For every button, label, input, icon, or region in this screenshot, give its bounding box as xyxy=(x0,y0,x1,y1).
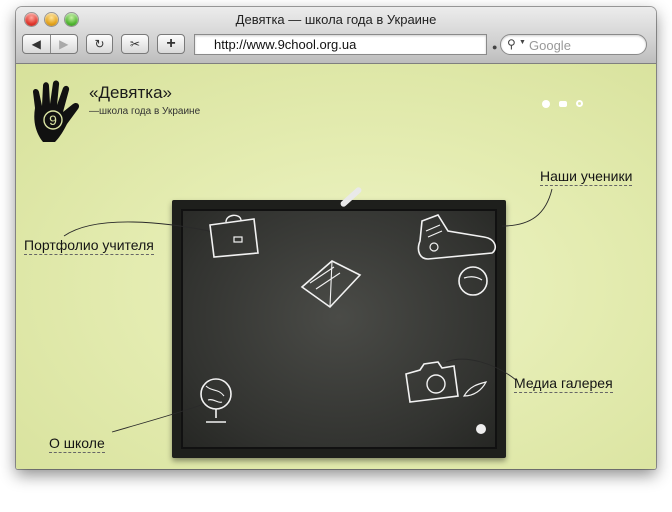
reload-button[interactable]: ↻ xyxy=(86,34,113,54)
plus-icon: + xyxy=(166,35,176,52)
sneaker-doodle-icon[interactable] xyxy=(414,211,500,263)
sound-toggle-icon[interactable] xyxy=(476,424,486,434)
forward-arrow-icon: ▶ xyxy=(59,37,69,51)
web-page: 9 «Девятка» —школа года в Украине Наши у… xyxy=(16,64,656,469)
add-bookmark-button[interactable]: + xyxy=(157,34,185,54)
search-field[interactable]: ⚲ ▼ Google xyxy=(500,34,647,55)
url-text: http://www.9chool.org.ua xyxy=(214,37,357,52)
magnifier-icon: ⚲ xyxy=(507,37,516,51)
ball-doodle-icon[interactable] xyxy=(456,264,490,298)
nav-link-about-school[interactable]: О школе xyxy=(49,435,105,453)
feather-doodle-icon xyxy=(462,381,488,397)
globe-doodle-icon[interactable] xyxy=(194,374,238,426)
nav-link-teacher-portfolio[interactable]: Портфолио учителя xyxy=(24,237,154,255)
back-forward-group: ◀ ▶ xyxy=(22,34,78,54)
nav-link-students[interactable]: Наши ученики xyxy=(540,168,633,186)
reload-icon: ↻ xyxy=(94,37,105,51)
back-arrow-icon: ◀ xyxy=(31,37,41,51)
back-button[interactable]: ◀ xyxy=(23,35,50,53)
camera-doodle-icon[interactable] xyxy=(402,360,462,406)
book-doodle-icon[interactable] xyxy=(296,257,366,317)
scissors-icon: ✂ xyxy=(129,37,141,51)
students-connector xyxy=(501,188,553,227)
address-bar[interactable]: http://www.9chool.org.ua xyxy=(194,34,487,55)
nav-link-media-gallery[interactable]: Медиа галерея xyxy=(514,375,613,393)
browser-window: Девятка — школа года в Украине ◀ ▶ ↻ ✂ +… xyxy=(16,7,656,469)
search-dropdown-icon: ▼ xyxy=(519,39,526,46)
search-placeholder: Google xyxy=(529,38,571,53)
briefcase-doodle-icon[interactable] xyxy=(206,211,262,261)
window-title: Девятка — школа года в Украине xyxy=(235,12,437,27)
rss-indicator-icon: ● xyxy=(492,42,498,52)
title-bar: Девятка — школа года в Украине ◀ ▶ ↻ ✂ +… xyxy=(16,7,656,64)
snippet-button[interactable]: ✂ xyxy=(121,34,149,54)
portfolio-connector xyxy=(63,221,215,237)
forward-button[interactable]: ▶ xyxy=(49,35,78,53)
about-connector xyxy=(111,403,205,433)
